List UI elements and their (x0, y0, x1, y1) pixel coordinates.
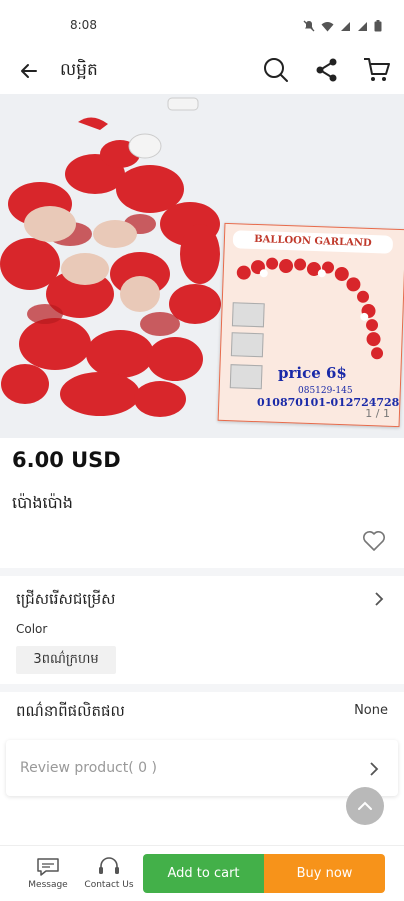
message-label: Message (28, 880, 68, 890)
poster-photo-1 (231, 302, 265, 328)
share-icon (316, 58, 337, 82)
status-icons (303, 17, 382, 36)
review-label: Review product( 0 ) (20, 760, 157, 776)
image-code-text: 085129-145 (298, 386, 353, 396)
origin-value: None (354, 703, 388, 718)
wifi-icon (321, 17, 334, 36)
product-price: 6.00 USD (12, 448, 121, 472)
origin-label: ពណ៌នាពីផលិតផល (16, 702, 125, 720)
chevron-right-icon (370, 762, 379, 776)
status-time: 8:08 (70, 18, 97, 32)
color-chip[interactable]: 3ពណ៌ក្រហម (16, 646, 116, 674)
image-counter: 1 / 1 (365, 407, 390, 420)
status-bar: 8:08 (0, 0, 404, 50)
headset-icon (99, 857, 119, 874)
arrow-left-icon (21, 64, 37, 78)
heart-icon (363, 531, 385, 551)
contact-us-label: Contact Us (84, 880, 134, 890)
chevron-right-icon (375, 592, 384, 606)
poster-photo-3 (229, 364, 263, 390)
buy-now-button[interactable]: Buy now (264, 854, 385, 893)
message-button[interactable]: Message (23, 856, 73, 890)
cart-button[interactable] (362, 55, 392, 85)
share-button[interactable] (312, 55, 342, 85)
divider (0, 568, 404, 576)
image-price-text: price 6$ (278, 364, 347, 382)
battery-icon (374, 17, 382, 36)
mute-icon (303, 17, 315, 36)
options-title: ជ្រើសរើសជម្រើស (16, 590, 116, 608)
review-product-row[interactable]: Review product( 0 ) (6, 740, 398, 796)
favorite-button[interactable] (362, 530, 386, 552)
search-button[interactable] (261, 55, 291, 85)
divider (0, 684, 404, 692)
poster-title: BALLOON GARLAND (232, 230, 394, 254)
signal-icon-2 (357, 17, 368, 36)
bottom-bar: Message Contact Us Add to cart Buy now (0, 845, 404, 901)
app-bar: លម្អិត (0, 50, 404, 94)
scroll-top-button[interactable] (346, 787, 384, 825)
origin-row: ពណ៌នាពីផលិតផល (0, 692, 404, 732)
cart-icon (364, 58, 390, 81)
product-name: ប៉េាងប៉ោង (12, 493, 73, 512)
color-label: Color (16, 622, 48, 636)
back-button[interactable] (16, 57, 44, 85)
contact-us-button[interactable]: Contact Us (84, 856, 134, 890)
chevron-up-icon (358, 801, 372, 810)
chat-icon (37, 858, 59, 876)
poster-photo-2 (230, 332, 264, 358)
signal-icon (340, 17, 351, 36)
product-image[interactable]: BALLOON GARLAND price 6$ 085129-145 0108… (0, 94, 404, 438)
search-icon (264, 58, 288, 82)
add-to-cart-button[interactable]: Add to cart (143, 854, 264, 893)
page-title: លម្អិត (60, 60, 98, 80)
